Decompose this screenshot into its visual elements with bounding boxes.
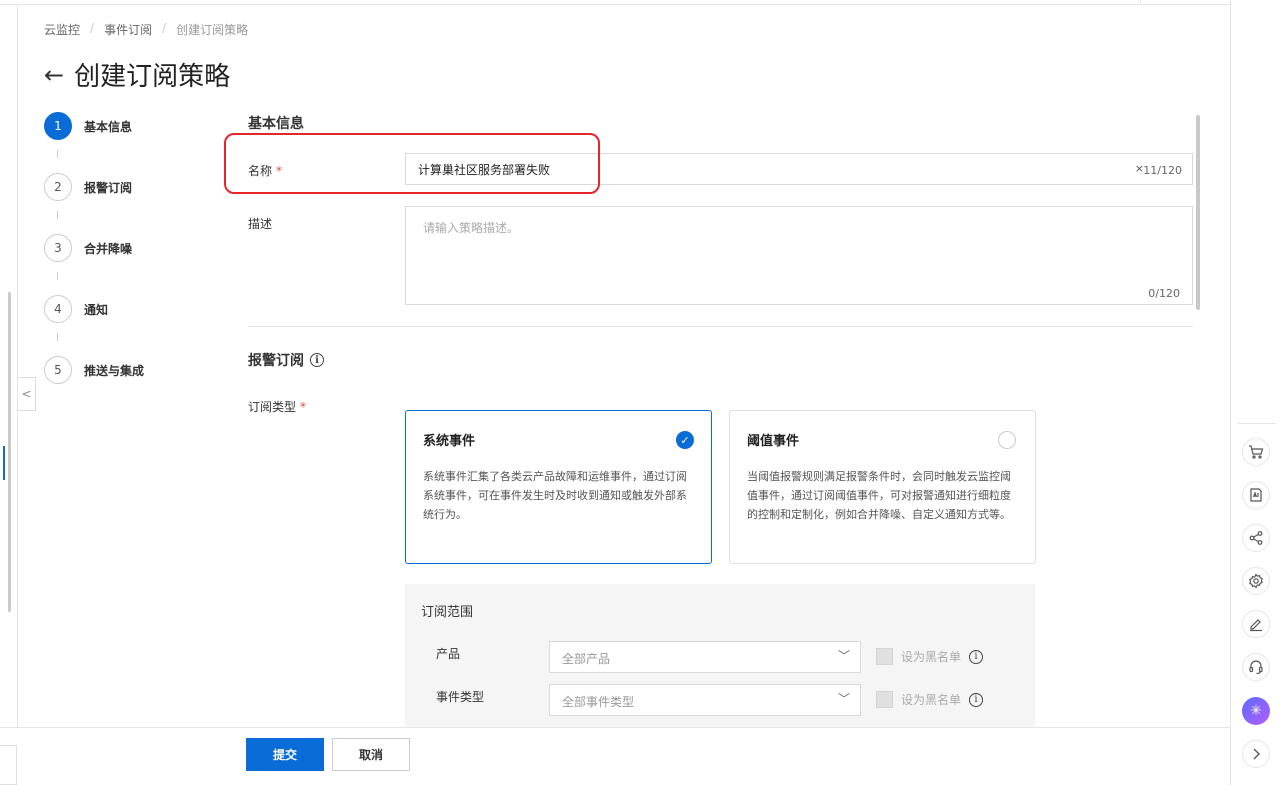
- annotation-highlight-box: [224, 133, 600, 194]
- cancel-button[interactable]: 取消: [332, 738, 410, 771]
- scope-title: 订阅范围: [421, 605, 474, 620]
- step-connector: [57, 272, 58, 280]
- card-description: 当阈值报警规则满足报警条件时，会同时触发云监控阈值事件，通过订阅阈值事件，可对报…: [747, 470, 1011, 521]
- card-title: 系统事件: [423, 434, 476, 449]
- breadcrumb-item-cloudmonitor[interactable]: 云监控: [44, 21, 80, 38]
- step-label: 推送与集成: [84, 363, 145, 378]
- step-label: 报警订阅: [84, 180, 133, 195]
- content-scrollbar[interactable]: [1196, 115, 1200, 310]
- step-label: 基本信息: [84, 119, 133, 134]
- product-blacklist: 设为黑名单 i: [876, 648, 984, 665]
- chevron-down-icon: ﹀: [837, 649, 850, 663]
- description-label: 描述: [248, 217, 273, 231]
- product-select[interactable]: 全部产品 ﹀: [549, 641, 861, 673]
- product-select-value: 全部产品: [562, 652, 611, 666]
- right-toolbar-divider: [1238, 423, 1276, 424]
- back-arrow-icon[interactable]: ←: [44, 61, 64, 89]
- event-type-select-value: 全部事件类型: [562, 695, 635, 709]
- description-placeholder: 请输入策略描述。: [423, 221, 520, 235]
- left-active-indicator: [3, 446, 5, 480]
- step-label: 通知: [84, 302, 109, 317]
- name-char-count: 11/120: [1143, 164, 1182, 177]
- footer-bar: 提交 取消: [0, 727, 1230, 785]
- subscription-scope-panel: 订阅范围 产品 全部产品 ﹀ 设为黑名单 i 事件类型 全部事件类型 ﹀ 设为黑…: [405, 584, 1035, 729]
- chevron-left-icon: <: [21, 387, 32, 401]
- ai-assistant-icon[interactable]: ✳: [1242, 697, 1270, 725]
- support-icon[interactable]: [1242, 653, 1270, 681]
- step-connector: [57, 150, 58, 158]
- description-char-count: 0/120: [1148, 287, 1180, 300]
- info-icon[interactable]: i: [310, 353, 324, 367]
- step-alert-subscription[interactable]: 2 报警订阅: [44, 173, 144, 219]
- threshold-event-card[interactable]: 阈值事件 当阈值报警规则满足报警条件时，会同时触发云监控阈值事件，通过订阅阈值事…: [729, 410, 1036, 564]
- submit-button[interactable]: 提交: [246, 738, 324, 771]
- step-label: 合并降噪: [84, 241, 133, 256]
- collapse-sidebar-button[interactable]: <: [18, 377, 36, 411]
- breadcrumb-item-event-subscription[interactable]: 事件订阅: [104, 21, 152, 38]
- chevron-down-icon: ﹀: [837, 692, 850, 706]
- blacklist-label: 设为黑名单: [901, 693, 962, 707]
- page-title: 创建订阅策略: [74, 62, 231, 92]
- alert-subscription-section-title: 报警订阅 i: [248, 350, 324, 370]
- blacklist-checkbox[interactable]: [876, 691, 893, 708]
- card-description: 系统事件汇集了各类云产品故障和运维事件，通过订阅系统事件，可在事件发生时及时收到…: [423, 470, 687, 521]
- step-number: 5: [44, 356, 72, 384]
- event-type-select[interactable]: 全部事件类型 ﹀: [549, 684, 861, 716]
- step-number: 1: [44, 112, 72, 140]
- top-divider: [1140, 0, 1141, 5]
- info-icon[interactable]: i: [969, 649, 984, 664]
- subscription-type-label-text: 订阅类型: [248, 400, 297, 414]
- page-header: ← 创建订阅策略: [44, 56, 230, 93]
- cart-icon[interactable]: [1242, 438, 1270, 466]
- section-divider: [248, 326, 1193, 327]
- left-scrollbar[interactable]: [8, 292, 11, 612]
- breadcrumb: 云监控 / 事件订阅 / 创建订阅策略: [44, 21, 248, 38]
- edit-icon[interactable]: [1242, 610, 1270, 638]
- card-title: 阈值事件: [747, 434, 800, 449]
- blacklist-label: 设为黑名单: [901, 650, 962, 664]
- required-mark: *: [300, 400, 307, 414]
- step-merge-denoise[interactable]: 3 合并降噪: [44, 234, 144, 280]
- breadcrumb-separator: /: [162, 21, 167, 35]
- breadcrumb-item-current: 创建订阅策略: [176, 23, 249, 37]
- settings-icon[interactable]: [1242, 567, 1270, 595]
- step-number: 2: [44, 173, 72, 201]
- step-connector: [57, 211, 58, 219]
- info-icon[interactable]: i: [969, 692, 984, 707]
- breadcrumb-separator: /: [90, 21, 95, 35]
- footer-left-tab: [0, 745, 17, 785]
- subscription-type-label: 订阅类型 *: [248, 398, 306, 415]
- step-number: 4: [44, 295, 72, 323]
- expand-icon[interactable]: [1242, 740, 1270, 768]
- description-textarea[interactable]: 请输入策略描述。 0/120: [405, 206, 1193, 305]
- event-type-label: 事件类型: [436, 690, 485, 704]
- event-type-blacklist: 设为黑名单 i: [876, 691, 984, 708]
- top-border: [0, 0, 1280, 5]
- product-label: 产品: [436, 647, 461, 661]
- alert-section-title-text: 报警订阅: [248, 353, 304, 369]
- step-navigator: 1 基本信息 2 报警订阅 3 合并降噪 4 通知 5 推送与集成: [44, 112, 144, 417]
- step-basic-info[interactable]: 1 基本信息: [44, 112, 144, 158]
- share-icon[interactable]: [1242, 524, 1270, 552]
- radio-icon[interactable]: [998, 431, 1016, 449]
- basic-info-section-title: 基本信息: [248, 116, 304, 132]
- system-event-card[interactable]: 系统事件 ✓ 系统事件汇集了各类云产品故障和运维事件，通过订阅系统事件，可在事件…: [405, 410, 712, 564]
- step-push-integration[interactable]: 5 推送与集成: [44, 356, 144, 384]
- api-icon[interactable]: [1242, 481, 1270, 509]
- step-connector: [57, 333, 58, 341]
- checkmark-icon: ✓: [676, 431, 694, 449]
- blacklist-checkbox[interactable]: [876, 648, 893, 665]
- step-notification[interactable]: 4 通知: [44, 295, 144, 341]
- step-number: 3: [44, 234, 72, 262]
